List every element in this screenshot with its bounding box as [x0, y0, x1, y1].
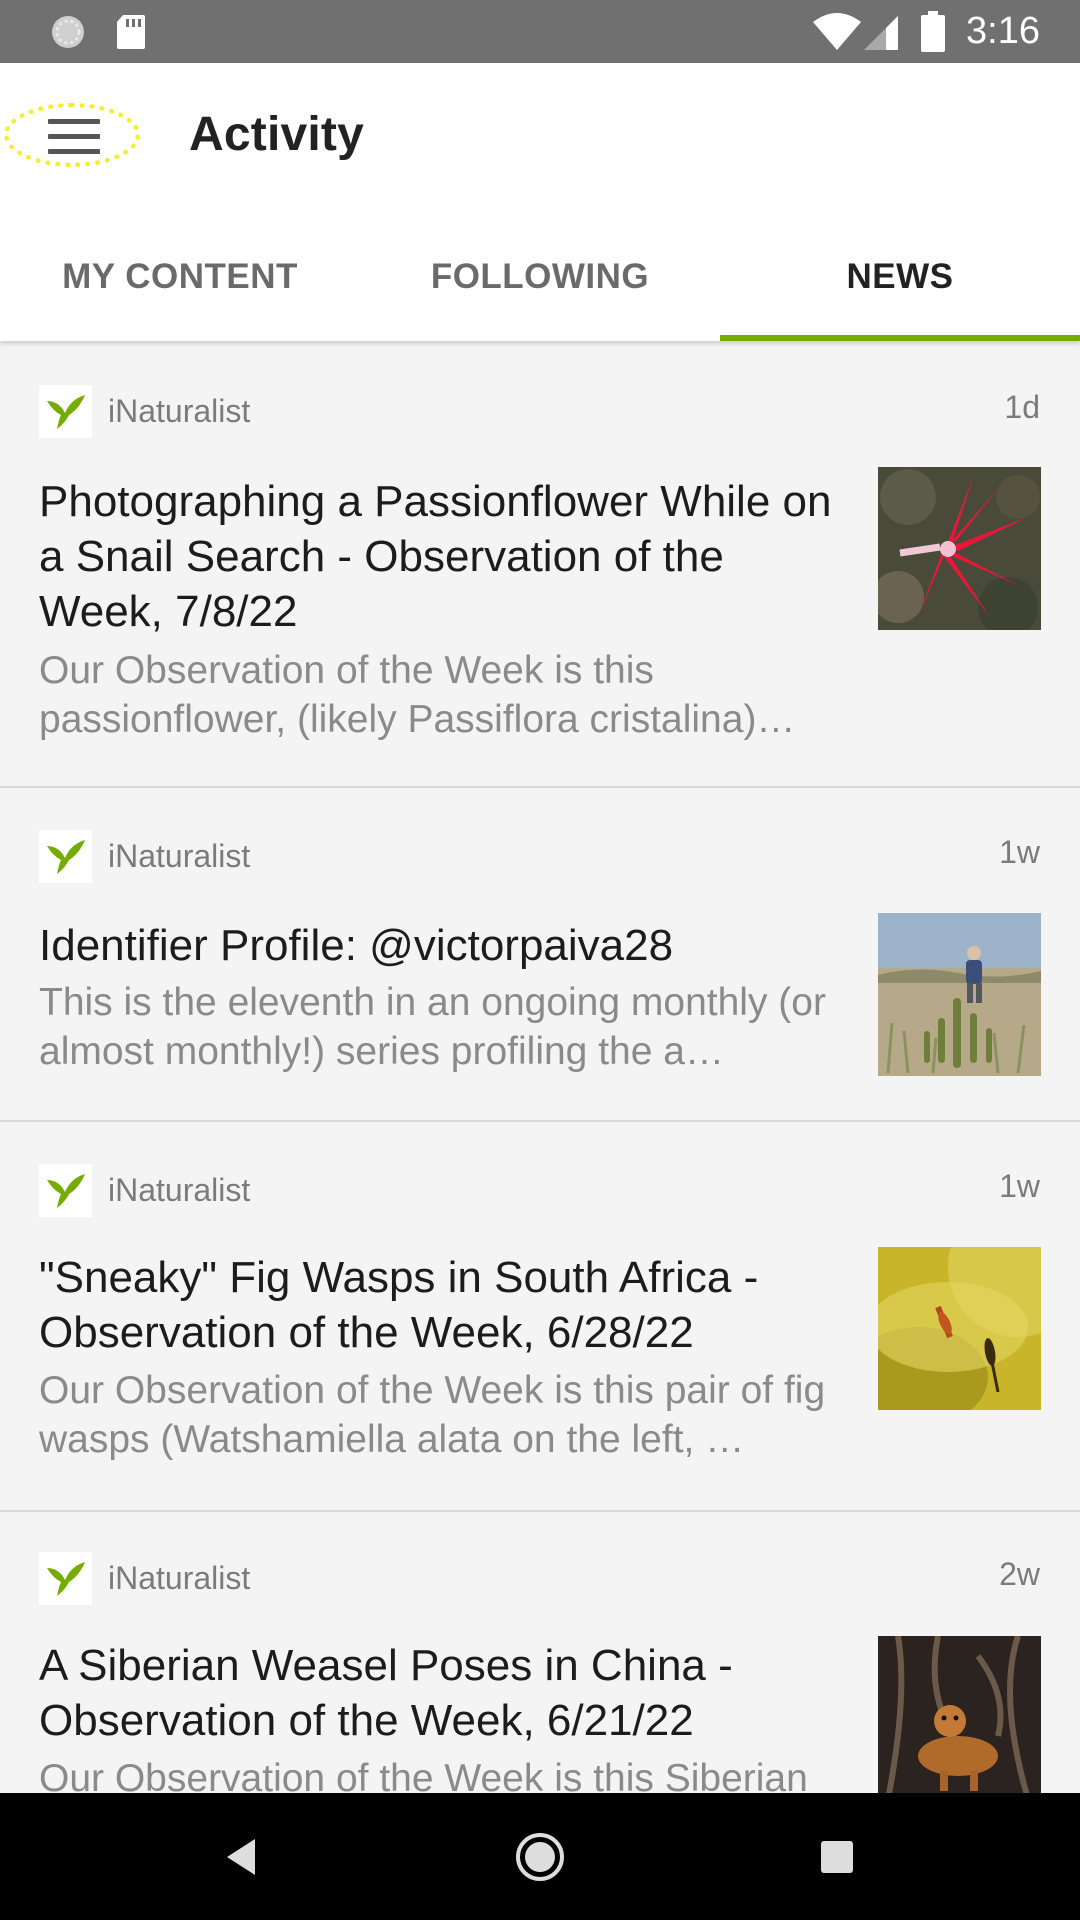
source-name: iNaturalist: [108, 393, 251, 429]
tab-bar: MY CONTENT FOLLOWING NEWS: [0, 213, 1080, 341]
source-name: iNaturalist: [108, 1172, 251, 1208]
system-nav-bar: [0, 1793, 1080, 1920]
app-bar: Activity: [0, 63, 1080, 213]
inaturalist-logo-icon: [39, 830, 92, 883]
news-item[interactable]: iNaturalist 1d Photographing a Passionfl…: [0, 341, 1080, 788]
status-time: 3:16: [966, 10, 1040, 52]
source-name: iNaturalist: [108, 838, 251, 874]
news-summary: Our Observation of the Week is this Sibe…: [39, 1757, 808, 1793]
active-tab-indicator: [720, 335, 1080, 341]
post-age: 1w: [999, 834, 1040, 870]
inaturalist-logo-icon: [39, 1164, 92, 1217]
menu-button[interactable]: [0, 99, 145, 179]
wifi-icon: [812, 0, 862, 63]
tab-news[interactable]: NEWS: [720, 213, 1080, 341]
post-age: 1d: [1004, 389, 1040, 425]
page-title: Activity: [189, 108, 364, 161]
news-title: "Sneaky" Fig Wasps in South Africa - Obs…: [39, 1253, 759, 1357]
news-summary: Our Observation of the Week is this pair…: [39, 1369, 826, 1461]
screen: 3:16 Activity MY CONTENT FOLLOWING NEWS: [0, 0, 1080, 1920]
news-thumbnail: [878, 467, 1041, 630]
recents-button[interactable]: [777, 1793, 897, 1920]
inaturalist-logo-icon: [39, 1552, 92, 1605]
home-icon: [516, 1832, 564, 1881]
battery-icon: [920, 0, 946, 63]
news-summary: This is the eleventh in an ongoing month…: [39, 981, 826, 1073]
news-thumbnail: [878, 1247, 1041, 1410]
cell-signal-icon: [862, 0, 900, 63]
post-age: 2w: [999, 1556, 1040, 1592]
home-button[interactable]: [480, 1793, 600, 1920]
news-title: Photographing a Passionflower While on a…: [39, 477, 832, 636]
source-name: iNaturalist: [108, 1560, 251, 1596]
news-thumbnail: [878, 1636, 1041, 1793]
news-thumbnail: [878, 913, 1041, 1076]
news-summary: Our Observation of the Week is this pass…: [39, 649, 796, 741]
news-item[interactable]: iNaturalist 2w A Siberian Weasel Poses i…: [0, 1512, 1080, 1793]
hamburger-icon: [48, 119, 100, 155]
back-button[interactable]: [181, 1793, 301, 1920]
status-bar: 3:16: [0, 0, 1080, 63]
recents-icon: [821, 1840, 853, 1873]
post-age: 1w: [999, 1168, 1040, 1204]
news-feed[interactable]: iNaturalist 1d Photographing a Passionfl…: [0, 341, 1080, 1793]
sync-icon: [48, 0, 88, 63]
tab-my-content[interactable]: MY CONTENT: [0, 213, 360, 341]
sd-card-icon: [115, 0, 147, 63]
news-title: A Siberian Weasel Poses in China - Obser…: [39, 1641, 733, 1745]
news-title: Identifier Profile: @victorpaiva28: [39, 921, 674, 970]
news-item[interactable]: iNaturalist 1w "Sneaky" Fig Wasps in Sou…: [0, 1122, 1080, 1512]
back-icon: [227, 1838, 255, 1875]
tab-following[interactable]: FOLLOWING: [360, 213, 720, 341]
news-item[interactable]: iNaturalist 1w Identifier Profile: @vict…: [0, 788, 1080, 1122]
inaturalist-logo-icon: [39, 385, 92, 438]
